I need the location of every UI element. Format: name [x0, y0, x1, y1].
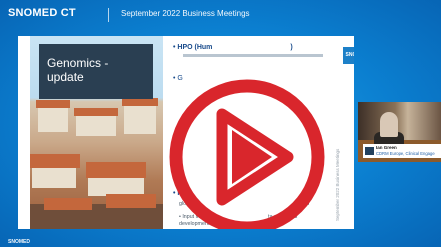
bullet-1-sub	[183, 54, 323, 57]
speaker-role: CDRM Europe, Clinical Engage	[376, 151, 435, 156]
brand-logo: SNOMED CT	[8, 7, 76, 19]
presentation-slide: Genomics - update • HPO (Hum) • G • IS g…	[18, 36, 354, 229]
bullet-1: • HPO (Hum)	[173, 44, 293, 51]
bullet-1-text: HPO (Hum	[177, 44, 213, 51]
slide-brand-tag: SNOMED	[343, 47, 354, 64]
footer-brand: SNOMED	[8, 239, 30, 245]
slide-title: Genomics - update	[47, 56, 109, 84]
play-button-icon[interactable]	[168, 78, 326, 229]
event-title: September 2022 Business Meetings	[121, 9, 250, 18]
top-bar: SNOMED CT September 2022 Business Meetin…	[0, 0, 441, 30]
brand-divider	[108, 8, 109, 22]
speaker-person	[380, 112, 398, 137]
speaker-org-logo-icon	[365, 147, 374, 155]
slide-side-caption: September 2022 Business Meetings	[335, 148, 340, 221]
bullet-1-suffix: )	[290, 44, 293, 51]
speaker-name: Ian Green	[376, 145, 397, 150]
